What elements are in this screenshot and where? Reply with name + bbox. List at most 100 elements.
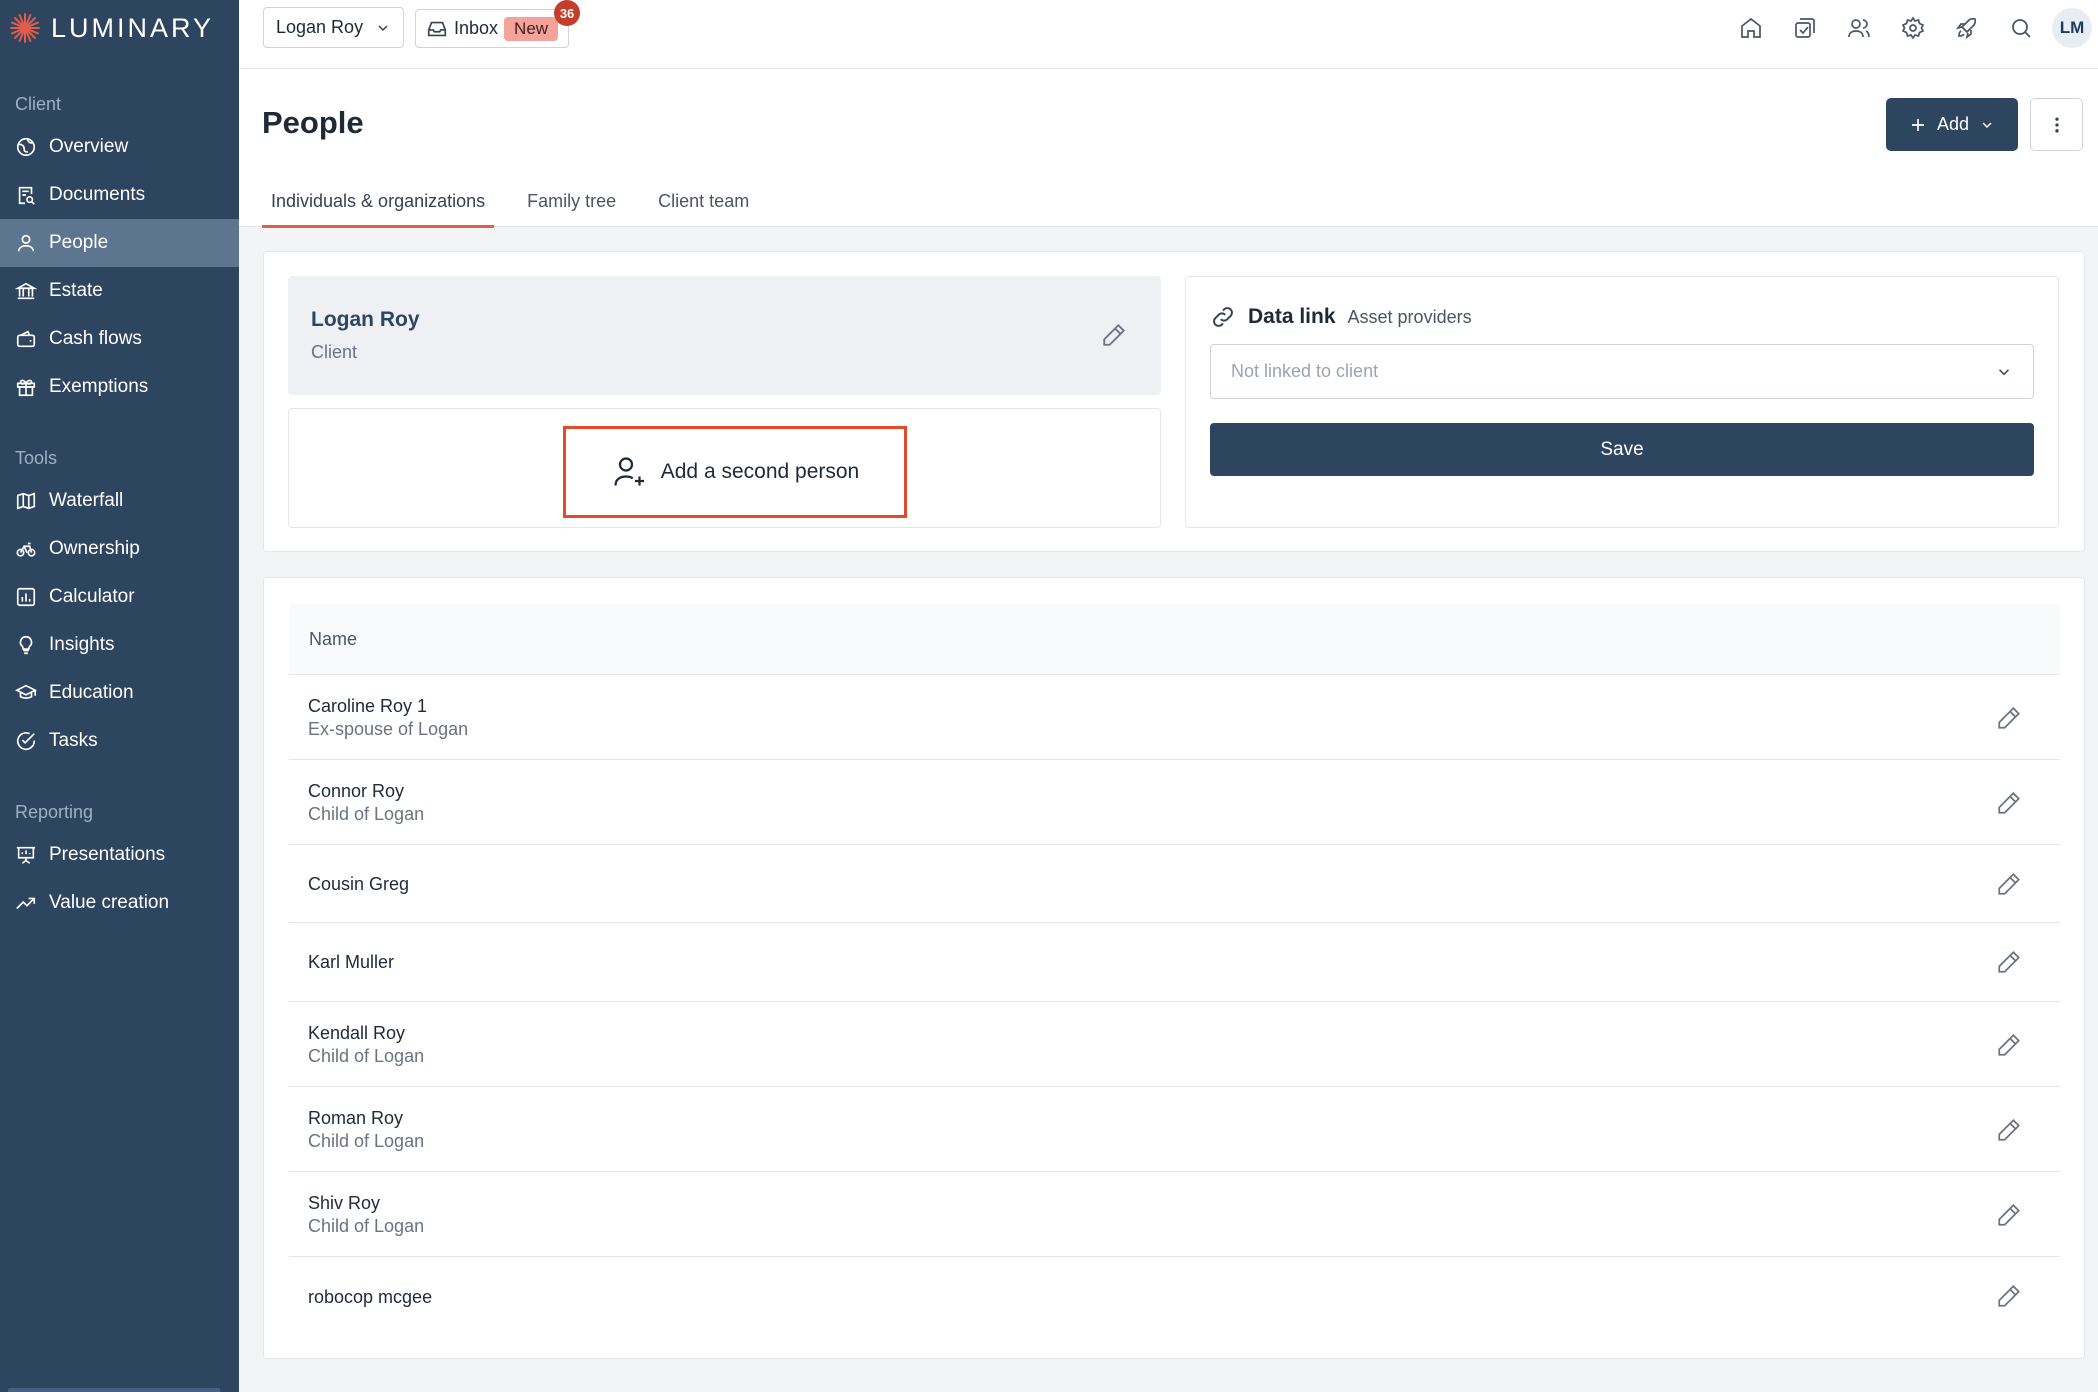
data-link-header: Data link Asset providers bbox=[1210, 304, 1472, 330]
row-relation: Ex-spouse of Logan bbox=[308, 718, 469, 739]
home-button[interactable] bbox=[1724, 1, 1778, 55]
edit-row-button[interactable] bbox=[1996, 1117, 2022, 1143]
more-vertical-icon bbox=[2054, 117, 2059, 132]
edit-row-button[interactable] bbox=[1996, 1032, 2022, 1058]
trend-up-icon bbox=[16, 897, 36, 910]
sidebar-item-label: Documents bbox=[49, 184, 146, 205]
new-badge: New bbox=[504, 16, 559, 41]
edit-client-button[interactable] bbox=[1101, 322, 1127, 348]
pencil-icon bbox=[1998, 792, 2020, 814]
edit-row-button[interactable] bbox=[1996, 949, 2022, 975]
table-row[interactable]: Roman Roy Child of Logan bbox=[289, 1088, 2060, 1172]
sidebar-item-presentations[interactable]: Presentations bbox=[0, 831, 239, 879]
tab-client-team[interactable]: Client team bbox=[649, 181, 758, 228]
sidebar-item-ownership[interactable]: Ownership bbox=[0, 525, 239, 573]
bike-icon bbox=[16, 542, 36, 557]
row-name: Cousin Greg bbox=[308, 873, 410, 894]
row-name: Shiv Roy bbox=[308, 1192, 381, 1213]
chevron-down-icon bbox=[1998, 368, 2010, 375]
sidebar-item-label: Cash flows bbox=[49, 328, 142, 349]
row-relation: Child of Logan bbox=[308, 803, 425, 824]
sidebar-item-people[interactable]: People bbox=[0, 219, 239, 267]
tasks-button[interactable] bbox=[1778, 1, 1832, 55]
table-row[interactable]: Caroline Roy 1 Ex-spouse of Logan bbox=[289, 676, 2060, 760]
sidebar-item-value-creation[interactable]: Value creation bbox=[0, 879, 239, 927]
sidebar-item-label: Waterfall bbox=[49, 490, 124, 511]
edit-row-button[interactable] bbox=[1996, 790, 2022, 816]
user-avatar[interactable]: LM bbox=[2052, 7, 2092, 48]
top-icon-bar: LM bbox=[1724, 0, 2098, 55]
pencil-icon bbox=[1998, 1119, 2020, 1141]
inbox-button[interactable]: Inbox New 36 bbox=[415, 0, 581, 48]
row-name: Connor Roy bbox=[308, 780, 405, 801]
sidebar-item-label: Presentations bbox=[49, 844, 166, 865]
asset-provider-placeholder: Not linked to client bbox=[1231, 361, 1379, 381]
data-link-panel: Data link Asset providers Not linked to … bbox=[1185, 276, 2059, 528]
globe-icon bbox=[16, 137, 36, 157]
settings-button[interactable] bbox=[1886, 1, 1940, 55]
table-row[interactable]: Shiv Roy Child of Logan bbox=[289, 1173, 2060, 1257]
data-link-title: Data link bbox=[1248, 305, 1336, 328]
sidebar-item-education[interactable]: Education bbox=[0, 669, 239, 717]
client-selector[interactable]: Logan Roy bbox=[263, 7, 405, 48]
link-icon bbox=[1213, 307, 1233, 327]
graduation-cap-icon bbox=[15, 684, 37, 699]
edit-row-button[interactable] bbox=[1996, 1202, 2022, 1228]
page-header: People Add Individuals & organizations F… bbox=[239, 69, 2098, 228]
sidebar-item-label: Exemptions bbox=[49, 376, 149, 397]
bar-chart-icon bbox=[16, 587, 36, 607]
sidebar-item-insights[interactable]: Insights bbox=[0, 621, 239, 669]
edit-row-button[interactable] bbox=[1996, 1283, 2022, 1309]
wallet-icon bbox=[16, 330, 36, 348]
chevron-down-icon bbox=[1982, 121, 1992, 128]
sidebar-scroll-indicator bbox=[8, 1388, 220, 1392]
more-options-button[interactable] bbox=[2030, 98, 2083, 151]
table-row[interactable]: Connor Roy Child of Logan bbox=[289, 761, 2060, 845]
row-relation: Child of Logan bbox=[308, 1045, 425, 1066]
table-row[interactable]: Kendall Roy Child of Logan bbox=[289, 1003, 2060, 1087]
sidebar-item-documents[interactable]: Documents bbox=[0, 171, 239, 219]
launch-button[interactable] bbox=[1940, 1, 1994, 55]
add-button[interactable]: Add bbox=[1886, 98, 2018, 151]
table-row[interactable]: Cousin Greg bbox=[289, 846, 2060, 923]
row-relation: Child of Logan bbox=[308, 1130, 425, 1151]
row-name: Karl Muller bbox=[308, 952, 395, 972]
sidebar-item-estate[interactable]: Estate bbox=[0, 267, 239, 315]
tab-individuals-organizations[interactable]: Individuals & organizations bbox=[262, 181, 495, 228]
search-button[interactable] bbox=[1994, 1, 2048, 55]
sidebar-item-tasks[interactable]: Tasks bbox=[0, 717, 239, 765]
users-button[interactable] bbox=[1832, 1, 1886, 55]
add-second-person-label: Add a second person bbox=[660, 460, 860, 483]
settings-icon bbox=[1901, 15, 1925, 40]
add-second-person-button[interactable]: Add a second person bbox=[563, 426, 907, 518]
lightbulb-icon bbox=[19, 635, 33, 655]
table-row[interactable]: robocop mcgee bbox=[289, 1258, 2060, 1336]
table-row[interactable]: Karl Muller bbox=[289, 924, 2060, 1002]
table-header-name: Name bbox=[289, 604, 2060, 675]
save-button[interactable]: Save bbox=[1210, 423, 2034, 476]
inbox-icon bbox=[427, 21, 447, 36]
sunburst-icon bbox=[10, 13, 40, 43]
sidebar-item-waterfall[interactable]: Waterfall bbox=[0, 477, 239, 525]
section-tools-label: Tools bbox=[15, 448, 58, 468]
pencil-icon bbox=[1998, 1204, 2020, 1226]
person-icon bbox=[17, 234, 35, 252]
asset-provider-select[interactable]: Not linked to client bbox=[1210, 344, 2034, 399]
users-icon bbox=[1848, 18, 1870, 37]
sidebar-item-calculator[interactable]: Calculator bbox=[0, 573, 239, 621]
sidebar-item-exemptions[interactable]: Exemptions bbox=[0, 363, 239, 411]
sidebar-item-cash-flows[interactable]: Cash flows bbox=[0, 315, 239, 363]
sidebar-item-overview[interactable]: Overview bbox=[0, 123, 239, 171]
pencil-icon bbox=[1998, 951, 2020, 973]
row-name: Roman Roy bbox=[308, 1107, 404, 1128]
tab-family-tree[interactable]: Family tree bbox=[518, 181, 625, 228]
pencil-icon bbox=[1998, 873, 2020, 895]
luminary-logo[interactable]: LUMINARY bbox=[8, 10, 214, 46]
inbox-label: Inbox bbox=[454, 18, 499, 38]
row-relation: Child of Logan bbox=[308, 1215, 425, 1236]
row-name: Kendall Roy bbox=[308, 1022, 406, 1043]
sidebar-item-label: Insights bbox=[49, 634, 115, 655]
inbox-count-badge: 36 bbox=[554, 0, 581, 26]
edit-row-button[interactable] bbox=[1996, 871, 2022, 897]
edit-row-button[interactable] bbox=[1996, 705, 2022, 731]
